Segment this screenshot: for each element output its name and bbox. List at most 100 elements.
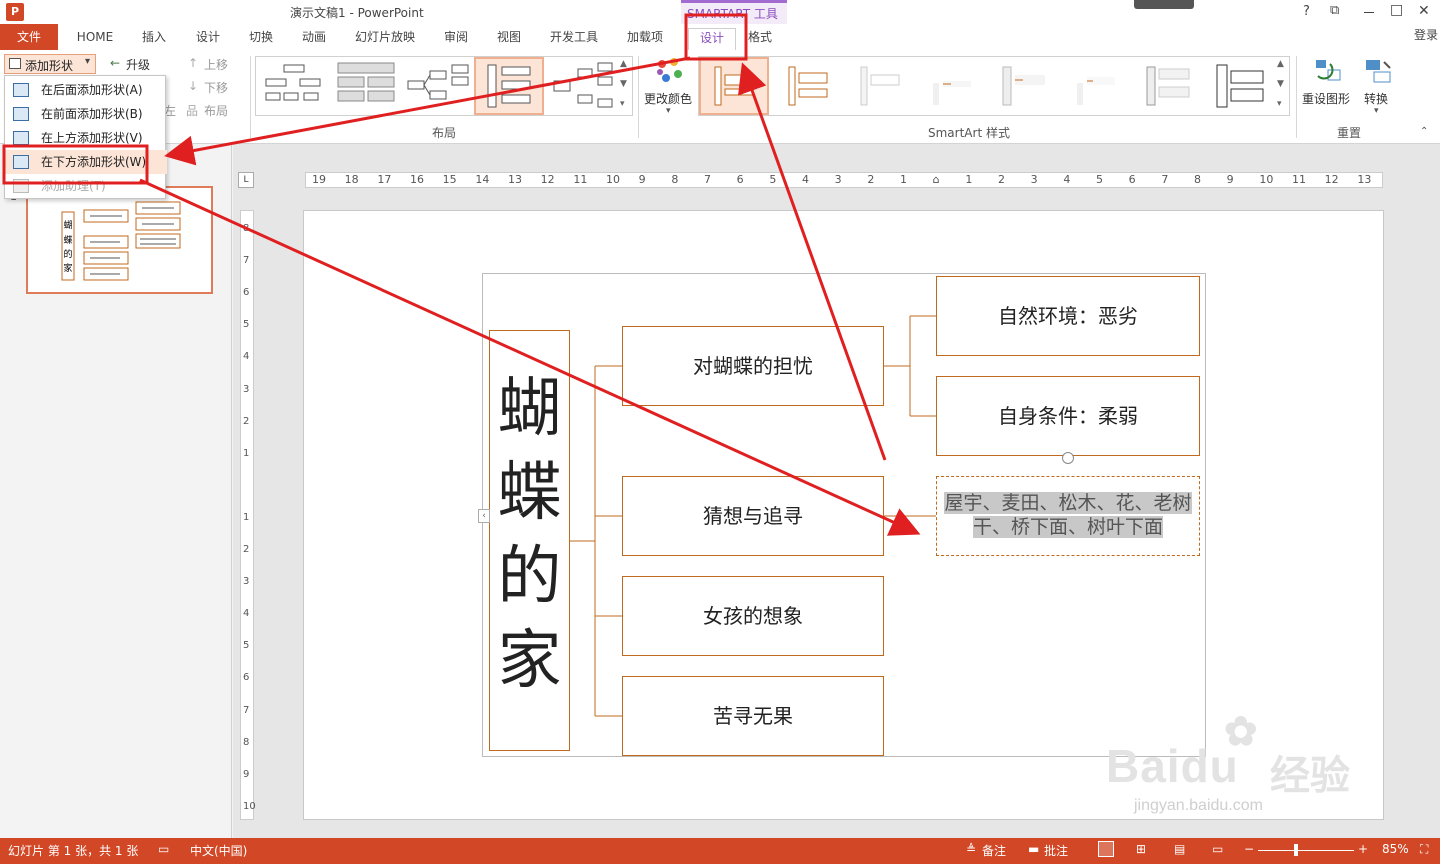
fit-slide-icon[interactable]: ⛶ xyxy=(1420,842,1428,857)
layout-thumb-5[interactable] xyxy=(548,59,616,115)
tab-file[interactable]: 文件 xyxy=(0,24,58,50)
menu-add-shape-above[interactable]: 在上方添加形状(V) xyxy=(5,126,167,150)
convert-button[interactable]: 转换 ▾ xyxy=(1358,54,1398,120)
ruler-tick-label: 5 xyxy=(769,173,777,186)
selected-text: 屋宇、麦田、松木、花、老树干、桥下面、树叶下面 xyxy=(944,492,1192,538)
tab-insert[interactable]: 插入 xyxy=(134,28,174,50)
reset-graphic-button[interactable]: 重设图形 xyxy=(1302,54,1354,114)
collapse-arrow-icon[interactable]: ‹ xyxy=(478,509,490,523)
child-node-guess[interactable]: 猜想与追寻 xyxy=(622,476,884,556)
child-node-search[interactable]: 苦寻无果 xyxy=(622,676,884,756)
zoom-in-button[interactable]: + xyxy=(1358,842,1368,856)
style-thumb-8[interactable] xyxy=(1207,59,1275,115)
tab-smartart-design[interactable]: 设计 xyxy=(688,28,736,50)
move-up-button[interactable]: 上移 xyxy=(204,56,228,73)
powerpoint-logo-icon[interactable]: P xyxy=(6,3,24,21)
ruler-tick-label: 1 xyxy=(243,447,250,459)
tab-smartart-format[interactable]: 格式 xyxy=(740,28,780,50)
close-button[interactable]: ✕ xyxy=(1418,3,1430,19)
ruler-tick-label: 6 xyxy=(243,672,250,684)
language-indicator[interactable]: 中文(中国) xyxy=(190,842,247,859)
ruler-corner[interactable]: L xyxy=(238,172,254,188)
zoom-out-button[interactable]: − xyxy=(1244,842,1254,856)
normal-view-icon[interactable] xyxy=(1098,841,1114,857)
maximize-button[interactable]: □ xyxy=(1390,2,1403,18)
ruler-tick-label: 15 xyxy=(442,173,457,186)
child-node-worry[interactable]: 对蝴蝶的担忧 xyxy=(622,326,884,406)
style-thumb-6[interactable] xyxy=(1063,59,1131,115)
minimize-button[interactable] xyxy=(1364,12,1374,13)
slide-canvas: 蝴 蝶 的 家 对蝴蝶的担忧 猜想与追寻 女孩的想象 苦寻无果 自然环境：恶劣 … xyxy=(303,210,1384,820)
tab-developer[interactable]: 开发工具 xyxy=(543,28,605,50)
change-colors-button[interactable]: 更改颜色 ▾ xyxy=(642,54,696,120)
tab-view[interactable]: 视图 xyxy=(489,28,529,50)
layout-dropdown-button[interactable]: 布局 xyxy=(204,102,228,119)
child-node-girl[interactable]: 女孩的想象 xyxy=(622,576,884,656)
gallery-scroll-up-icon[interactable]: ▲ xyxy=(620,59,627,69)
layout-thumb-selected[interactable] xyxy=(474,57,544,115)
zoom-slider[interactable] xyxy=(1258,850,1354,851)
group-label-layout: 布局 xyxy=(432,126,457,140)
login-link[interactable]: 登录 xyxy=(1414,26,1438,43)
root-node[interactable]: 蝴 蝶 的 家 xyxy=(489,330,570,751)
menu-add-shape-before[interactable]: 在前面添加形状(B) xyxy=(5,102,167,126)
root-char-4: 家 xyxy=(497,624,562,698)
grandchild-node-condition[interactable]: 自身条件：柔弱 xyxy=(936,376,1200,456)
tab-design[interactable]: 设计 xyxy=(188,28,228,50)
watermark-paw-icon: ✿ xyxy=(1224,710,1258,754)
tab-transitions[interactable]: 切换 xyxy=(241,28,281,50)
gallery-more-icon[interactable]: ▾ xyxy=(620,99,625,109)
style-thumb-7[interactable] xyxy=(1135,59,1203,115)
ruler-tick-label: 8 xyxy=(1194,173,1201,186)
add-shape-button[interactable]: 添加形状 ▾ xyxy=(4,54,96,74)
style-thumb-3[interactable] xyxy=(847,59,915,115)
layout-thumb-3[interactable] xyxy=(404,59,472,115)
spellcheck-icon[interactable]: ▭ xyxy=(158,842,169,856)
ruler-tick-label: 8 xyxy=(671,173,679,186)
slide-sorter-icon[interactable]: ⊞ xyxy=(1136,842,1146,856)
gallery-scroll-down-icon[interactable]: ▼ xyxy=(620,79,627,89)
zoom-level[interactable]: 85% xyxy=(1382,842,1409,856)
horizontal-ruler: 19 18 17 16 15 14 13 12 11 10 9 8 7 6 5 4 3 2 1 ⌂ 1 2 3 4 5 6 7 8 9 1… xyxy=(305,172,1383,188)
move-down-button[interactable]: 下移 xyxy=(204,79,228,96)
layout-thumb-1[interactable] xyxy=(260,59,328,115)
gallery-scroll-up-icon[interactable]: ▲ xyxy=(1277,59,1284,69)
promote-button[interactable]: 升级 xyxy=(126,56,150,73)
notes-button[interactable]: 备注 xyxy=(982,842,1006,859)
tab-addins[interactable]: 加载项 xyxy=(620,28,670,50)
add-above-icon xyxy=(13,131,29,145)
ruler-tick-label: 1 xyxy=(243,511,250,523)
gallery-scroll-down-icon[interactable]: ▼ xyxy=(1277,79,1284,89)
grandchild-node-environment[interactable]: 自然环境：恶劣 xyxy=(936,276,1200,356)
ruler-tick-label: 11 xyxy=(573,173,588,186)
help-button[interactable]: ? xyxy=(1303,4,1310,19)
collapse-ribbon-icon[interactable]: ⌃ xyxy=(1420,126,1428,137)
slide-thumbnail[interactable]: 蝴 蝶 的 家 xyxy=(26,186,213,294)
tab-home[interactable]: HOME xyxy=(68,28,122,50)
slideshow-icon[interactable]: ▭ xyxy=(1212,842,1223,856)
style-thumb-selected[interactable] xyxy=(699,57,769,115)
grandchild-node-places-selected[interactable]: 屋宇、麦田、松木、花、老树干、桥下面、树叶下面 xyxy=(936,476,1200,556)
ruler-tick-label: 7 xyxy=(243,704,250,716)
rotate-handle-icon[interactable] xyxy=(1062,452,1074,464)
tab-slideshow[interactable]: 幻灯片放映 xyxy=(348,28,422,50)
tab-animations[interactable]: 动画 xyxy=(294,28,334,50)
add-assistant-icon xyxy=(13,179,29,193)
menu-add-assistant[interactable]: 添加助理(T) xyxy=(5,174,167,198)
style-thumb-5[interactable] xyxy=(991,59,1059,115)
ribbon-display-button[interactable]: ⧉ xyxy=(1330,3,1339,18)
style-thumb-4[interactable] xyxy=(919,59,987,115)
menu-add-shape-below[interactable]: 在下方添加形状(W) xyxy=(5,150,167,174)
tab-review[interactable]: 审阅 xyxy=(436,28,476,50)
ruler-tick-label: 6 xyxy=(243,287,250,299)
watermark-label: 经验 xyxy=(1270,754,1350,798)
layout-thumb-2[interactable] xyxy=(332,59,400,115)
ruler-tick-label: 4 xyxy=(802,173,809,186)
gallery-more-icon[interactable]: ▾ xyxy=(1277,99,1282,109)
zoom-slider-thumb[interactable] xyxy=(1294,844,1298,856)
comments-button[interactable]: 批注 xyxy=(1044,842,1068,859)
menu-add-shape-after[interactable]: 在后面添加形状(A) xyxy=(5,78,167,102)
reading-view-icon[interactable]: ▤ xyxy=(1174,842,1185,856)
style-thumb-2[interactable] xyxy=(775,59,843,115)
palette-icon xyxy=(657,58,682,82)
